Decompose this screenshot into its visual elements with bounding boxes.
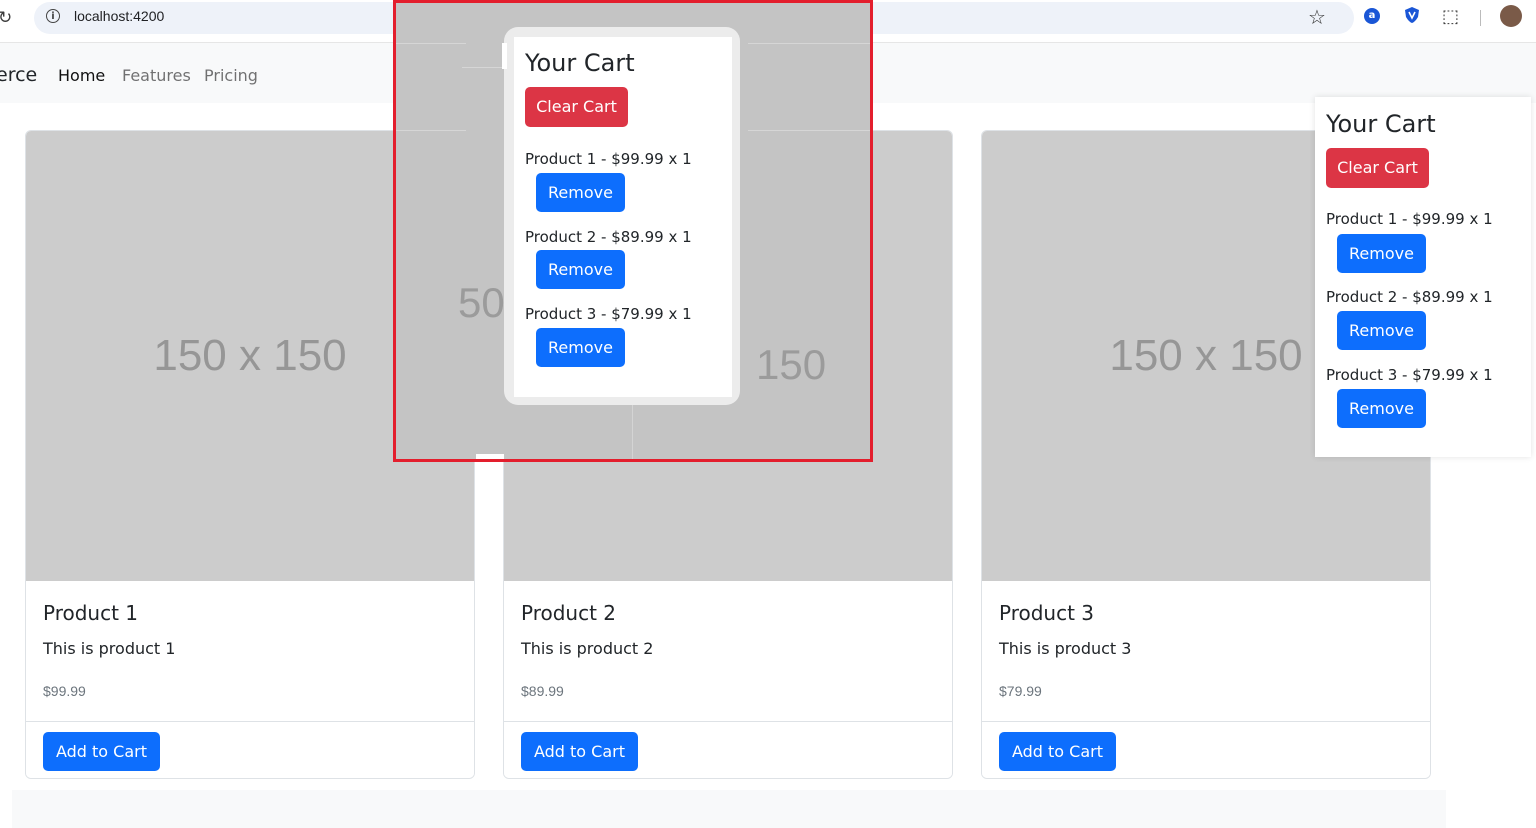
zoom-edge-mark [476,454,504,459]
nav-link-home[interactable]: Home [58,66,105,85]
remove-item-button[interactable]: Remove [536,250,625,289]
zoom-divider-line [396,43,466,44]
extensions-puzzle-icon[interactable]: ⬚ [1442,6,1459,27]
product-description: This is product 1 [43,639,176,658]
nav-link-features[interactable]: Features [122,66,191,85]
bookmark-star-icon[interactable]: ☆ [1308,5,1326,29]
product-price: $79.99 [999,683,1042,699]
zoom-highlight-overlay: 50 150 Your Cart Clear Cart Product 1 - … [393,0,873,462]
remove-item-button[interactable]: Remove [1337,311,1426,350]
product-title: Product 3 [999,601,1095,625]
clear-cart-button[interactable]: Clear Cart [1326,148,1429,188]
shield-extension-icon[interactable] [1404,6,1420,24]
url-text[interactable]: localhost:4200 [74,8,164,24]
site-info-icon[interactable]: i [46,9,60,23]
cart-item-text: Product 3 - $79.99 x 1 [1326,366,1493,384]
cart-item-text: Product 2 - $89.99 x 1 [525,228,692,246]
zoom-divider-line [748,43,870,44]
cart-item-text: Product 2 - $89.99 x 1 [1326,288,1493,306]
product-card-footer: Add to Cart [26,721,474,778]
zoom-divider-line [632,401,633,459]
zoom-placeholder-fragment: 150 [756,341,827,388]
cart-item-text: Product 3 - $79.99 x 1 [525,305,692,323]
product-price: $89.99 [521,683,564,699]
cart-title: Your Cart [525,49,635,77]
zoom-placeholder-fragment: 50 [458,279,505,326]
cart-item-text: Product 1 - $99.99 x 1 [1326,210,1493,228]
zoom-divider-line [748,130,870,131]
cart-title: Your Cart [1326,110,1436,138]
product-description: This is product 3 [999,639,1132,658]
add-to-cart-button[interactable]: Add to Cart [521,732,638,771]
remove-item-button[interactable]: Remove [536,173,625,212]
product-price: $99.99 [43,683,86,699]
extension-icon[interactable]: a [1364,8,1380,24]
clear-cart-button[interactable]: Clear Cart [525,87,628,127]
zoom-edge-mark [502,43,507,69]
reload-icon[interactable]: ↻ [0,8,12,28]
profile-avatar[interactable] [1500,5,1522,27]
product-card-footer: Add to Cart [504,721,952,778]
page-footer [12,790,1446,828]
zoom-divider-line [462,67,506,68]
nav-link-pricing[interactable]: Pricing [204,66,258,85]
add-to-cart-button[interactable]: Add to Cart [43,732,160,771]
toolbar-divider [1480,10,1481,26]
cart-panel: Your Cart Clear Cart Product 1 - $99.99 … [1315,97,1531,457]
navbar-brand[interactable]: erce [0,64,37,86]
remove-item-button[interactable]: Remove [1337,234,1426,273]
cart-item-text: Product 1 - $99.99 x 1 [525,150,692,168]
remove-item-button[interactable]: Remove [1337,389,1426,428]
product-title: Product 1 [43,601,139,625]
product-title: Product 2 [521,601,617,625]
product-description: This is product 2 [521,639,654,658]
remove-item-button[interactable]: Remove [536,328,625,367]
zoom-divider-line [396,130,466,131]
product-card-footer: Add to Cart [982,721,1430,778]
zoomed-cart-panel: Your Cart Clear Cart Product 1 - $99.99 … [514,37,732,397]
add-to-cart-button[interactable]: Add to Cart [999,732,1116,771]
